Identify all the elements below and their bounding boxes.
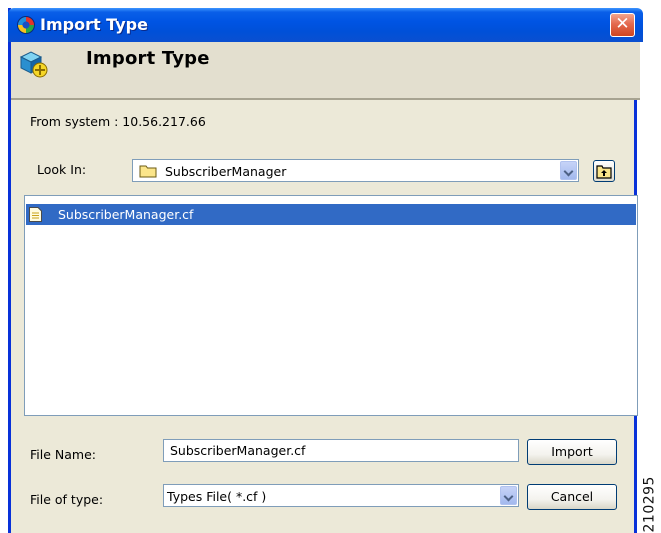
folder-icon (139, 165, 157, 178)
file-name-input[interactable] (163, 439, 519, 462)
window-title: Import Type (40, 15, 148, 34)
file-icon (29, 207, 42, 222)
chevron-down-icon[interactable] (560, 161, 577, 180)
file-name: SubscriberManager.cf (58, 207, 194, 222)
look-in-label: Look In: (37, 162, 87, 177)
list-item[interactable]: SubscriberManager.cf (26, 204, 636, 225)
cancel-button[interactable]: Cancel (527, 484, 617, 510)
import-button[interactable]: Import (527, 439, 617, 465)
import-type-icon (19, 51, 48, 78)
import-type-dialog: Import Type ✕ Import Type From system : … (8, 8, 643, 533)
file-list[interactable]: SubscriberManager.cf (24, 195, 638, 416)
up-folder-button[interactable] (593, 160, 615, 182)
header-title: Import Type (86, 48, 210, 69)
up-folder-icon (596, 165, 612, 179)
look-in-value: SubscriberManager (165, 164, 287, 179)
figure-id-label: 210295 (641, 448, 658, 533)
file-name-label: File Name: (30, 447, 96, 462)
file-type-dropdown[interactable]: Types File( *.cf ) (163, 484, 519, 507)
title-bar[interactable]: Import Type ✕ (8, 8, 643, 42)
from-system-label: From system : 10.56.217.66 (30, 114, 206, 129)
close-button[interactable]: ✕ (610, 13, 635, 37)
app-icon (17, 16, 35, 34)
chevron-down-icon[interactable] (500, 486, 517, 505)
figure-id-text: 210295 (641, 476, 658, 533)
header-panel: Import Type (11, 42, 640, 100)
look-in-dropdown[interactable]: SubscriberManager (132, 159, 579, 182)
file-type-label: File of type: (30, 492, 104, 507)
file-type-value: Types File( *.cf ) (167, 489, 267, 504)
